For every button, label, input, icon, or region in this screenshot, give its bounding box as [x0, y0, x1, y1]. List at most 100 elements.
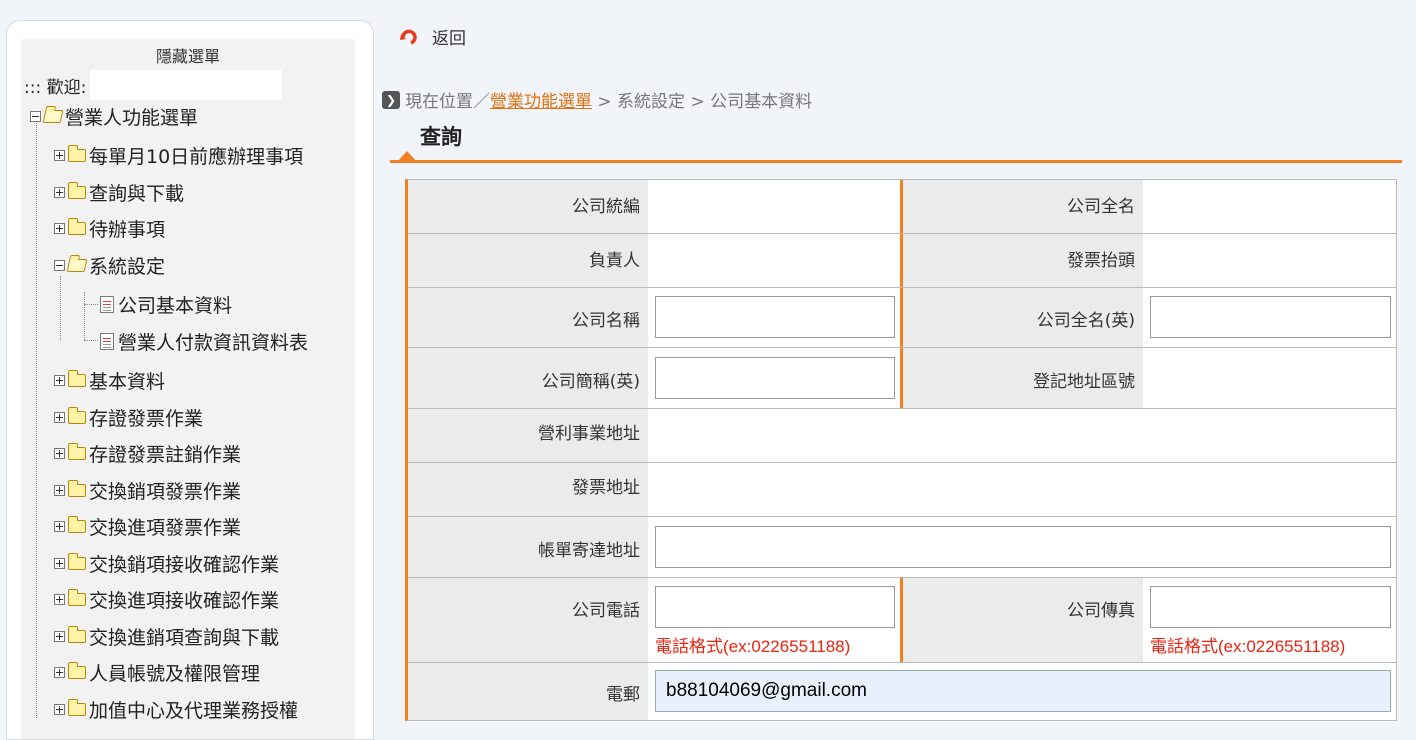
label-cell: 負責人: [408, 234, 648, 287]
tree-item-exchange-sales[interactable]: 交換銷項發票作業: [54, 477, 241, 503]
expand-icon[interactable]: [54, 593, 65, 605]
tree-item-sales-confirm[interactable]: 交換銷項接收確認作業: [54, 550, 279, 576]
folder-icon: [68, 625, 86, 643]
folder-icon: [68, 661, 86, 679]
breadcrumb-separator: ／: [473, 92, 490, 112]
expand-icon[interactable]: [54, 630, 65, 642]
full-name-en-input[interactable]: [1150, 296, 1391, 338]
tree-root[interactable]: 營業人功能選單: [30, 103, 198, 129]
folder-icon: [68, 144, 86, 162]
tree-item-query-download[interactable]: 查詢與下載: [54, 179, 184, 205]
breadcrumb-link-menu[interactable]: 營業功能選單: [490, 87, 592, 112]
breadcrumb-prefix: 現在位置: [405, 92, 473, 112]
breadcrumb-rest: > 系統設定 > 公司基本資料: [592, 92, 813, 112]
reg-zip-label: 登記地址區號: [1033, 372, 1135, 392]
label-cell: 登記地址區號: [903, 348, 1143, 408]
tree-item-todo[interactable]: 待辦事項: [54, 215, 165, 241]
tree-item-label: 基本資料: [89, 370, 166, 393]
company-info-form: 公司統編 公司全名 負責人 發票抬頭 公司名稱 公司全名(英) 公司簡稱(英) …: [405, 179, 1397, 721]
expand-icon[interactable]: [54, 557, 65, 569]
folder-icon: [68, 369, 86, 387]
form-row: 電郵: [408, 663, 1396, 720]
full-name-value: [1143, 180, 1396, 233]
form-row: 公司統編 公司全名: [408, 180, 1396, 234]
reg-zip-value: [1143, 348, 1396, 408]
tax-id-value: [648, 180, 900, 233]
folder-icon: [68, 217, 86, 235]
tree-item-label: 人員帳號及權限管理: [89, 662, 261, 685]
folder-icon: [68, 442, 86, 460]
tree-item-label: 交換進項接收確認作業: [89, 589, 280, 612]
back-button[interactable]: 返回: [400, 24, 466, 49]
phone-label: 公司電話: [572, 601, 640, 621]
tree-item-archive-invoice[interactable]: 存證發票作業: [54, 404, 203, 430]
tree-root-label: 營業人功能選單: [65, 106, 199, 129]
invoice-address-label: 發票地址: [572, 478, 640, 498]
company-name-input[interactable]: [655, 296, 895, 338]
tree-item-monthly[interactable]: 每單月10日前應辦理事項: [54, 142, 303, 168]
owner-value: [648, 234, 900, 287]
short-name-en-label: 公司簡稱(英): [541, 372, 640, 392]
expand-icon[interactable]: [54, 411, 65, 423]
expand-icon[interactable]: [54, 520, 65, 532]
label-cell: 營利事業地址: [408, 409, 648, 462]
tree-item-label: 公司基本資料: [118, 294, 233, 317]
form-row: 公司簡稱(英) 登記地址區號: [408, 348, 1396, 409]
tree-item-label: 交換進項發票作業: [89, 516, 242, 539]
label-cell: 公司傳真: [903, 578, 1143, 662]
label-cell: 公司電話: [408, 578, 648, 662]
invoice-title-value: [1143, 234, 1396, 287]
label-cell: 公司統編: [408, 180, 648, 233]
collapse-icon[interactable]: [30, 110, 41, 122]
value-cell: 電話格式(ex:0226551188): [648, 578, 900, 662]
folder-icon: [68, 515, 86, 533]
tree-item-payment-info[interactable]: 營業人付款資訊資料表: [100, 328, 308, 354]
tree-item-label: 存證發票作業: [89, 407, 204, 430]
tree-item-archive-cancel[interactable]: 存證發票註銷作業: [54, 440, 241, 466]
tree-item-company-info[interactable]: 公司基本資料: [100, 291, 232, 317]
value-cell: [648, 288, 900, 347]
expand-icon[interactable]: [54, 222, 65, 234]
email-input[interactable]: [655, 670, 1391, 712]
short-name-en-input[interactable]: [655, 357, 895, 399]
folder-icon: [68, 479, 86, 497]
expand-icon[interactable]: [54, 484, 65, 496]
value-cell: 電話格式(ex:0226551188): [1143, 578, 1396, 662]
folder-open-icon: [66, 258, 88, 272]
label-cell: 帳單寄達地址: [408, 517, 648, 577]
tree-item-purchase-confirm[interactable]: 交換進項接收確認作業: [54, 586, 279, 612]
form-row: 公司名稱 公司全名(英): [408, 288, 1396, 348]
tree-item-label: 待辦事項: [89, 218, 166, 241]
expand-icon[interactable]: [54, 186, 65, 198]
back-label: 返回: [432, 29, 466, 49]
tree-item-label: 系統設定: [89, 255, 166, 278]
tree-item-label: 存證發票註銷作業: [89, 443, 242, 466]
folder-open-icon: [42, 109, 64, 123]
expand-icon[interactable]: [54, 666, 65, 678]
bill-address-input[interactable]: [655, 526, 1391, 568]
collapse-icon[interactable]: [54, 259, 65, 271]
folder-icon: [68, 588, 86, 606]
fax-input[interactable]: [1150, 586, 1391, 628]
label-cell: 公司全名: [903, 180, 1143, 233]
welcome-label: ::: 歡迎:: [24, 77, 87, 98]
expand-icon[interactable]: [54, 703, 65, 715]
full-name-en-label: 公司全名(英): [1036, 311, 1135, 331]
expand-icon[interactable]: [54, 149, 65, 161]
hide-menu-button[interactable]: 隱藏選單: [21, 43, 355, 67]
tree-item-exchange-purchase[interactable]: 交換進項發票作業: [54, 513, 241, 539]
expand-icon[interactable]: [54, 374, 65, 386]
fax-format-hint: 電話格式(ex:0226551188): [1150, 637, 1346, 656]
invoice-title-label: 發票抬頭: [1067, 251, 1135, 271]
tree-item-system-settings[interactable]: 系統設定: [54, 252, 165, 278]
owner-label: 負責人: [589, 251, 640, 271]
tree-item-label: 查詢與下載: [89, 182, 185, 205]
expand-icon[interactable]: [54, 447, 65, 459]
phone-input[interactable]: [655, 586, 895, 628]
tree-item-basic-data[interactable]: 基本資料: [54, 367, 165, 393]
tree-item-agency-auth[interactable]: 加值中心及代理業務授權: [54, 696, 298, 722]
title-rule: [390, 160, 1402, 163]
tree-item-label: 加值中心及代理業務授權: [89, 699, 299, 722]
tree-item-exchange-query[interactable]: 交換進銷項查詢與下載: [54, 623, 279, 649]
tree-item-accounts[interactable]: 人員帳號及權限管理: [54, 659, 260, 685]
